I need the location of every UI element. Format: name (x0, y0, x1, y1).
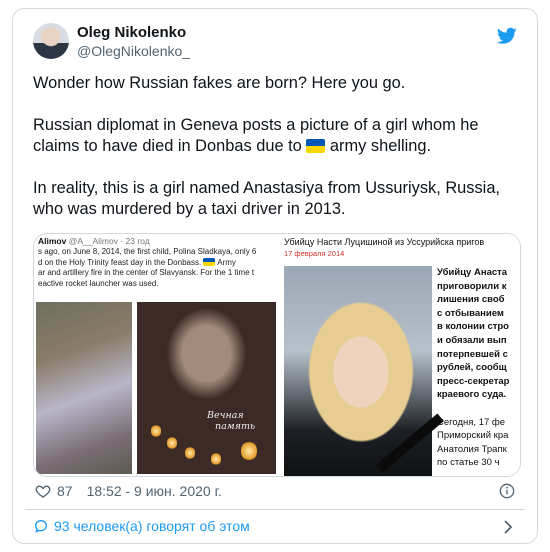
media-image-right[interactable]: Убийцу Насти Луцишиной из Уссурийска при… (281, 234, 520, 476)
news-line: с отбыванием (437, 307, 504, 319)
embedded-line-text: Army (217, 257, 236, 267)
news-headline: Убийцу Насти Луцишиной из Уссурийска при… (284, 237, 485, 247)
mourning-ribbon (376, 413, 444, 473)
embedded-line: ar and artillery fire in the center of S… (38, 268, 255, 277)
like-count[interactable]: 87 (57, 483, 73, 499)
discussion-label: 93 человек(а) говорят об этом (54, 518, 250, 534)
news-line: краевого суда. (437, 389, 507, 401)
candle-icon (167, 436, 177, 450)
media-image-left[interactable]: Alimov @A__Alimov · 23 год s ago, on Jun… (34, 234, 278, 476)
ukraine-flag-icon (306, 139, 326, 153)
tweet-paragraph-2-end: army shelling. (329, 137, 432, 155)
news-line (437, 402, 520, 416)
news-line: в колонии стро (437, 321, 509, 333)
tweet-paragraph-1: Wonder how Russian fakes are born? Here … (33, 74, 406, 92)
news-body: Убийцу Анаста приговорили к лишения своб… (437, 266, 520, 470)
embedded-line: s ago, on June 8, 2014, the first child,… (38, 247, 257, 256)
info-icon[interactable] (499, 483, 515, 499)
tweet-card: Oleg Nikolenko @OlegNikolenko_ Wonder ho… (12, 8, 538, 544)
speech-bubble-icon (34, 519, 48, 533)
tweet-text: Wonder how Russian fakes are born? Here … (33, 73, 523, 241)
news-line: по статье 30 ч (437, 457, 500, 469)
photo-memorial-candles: Вечная память (137, 302, 276, 474)
candle-icon (151, 424, 161, 438)
embedded-line-text: d on the Holy Trinity feast day in the D… (38, 257, 202, 267)
news-line: Сегодня, 17 фе (437, 416, 505, 428)
news-line: и обязали вып (437, 334, 507, 346)
news-line: приговорили к (437, 280, 507, 292)
embedded-line: d on the Holy Trinity feast day in the D… (38, 257, 278, 269)
news-line: Приморский кра (437, 430, 509, 442)
news-line: потерпевшей с (437, 348, 508, 360)
news-line: лишения своб (437, 294, 505, 306)
embedded-handle: @A__Alimov · 23 год (68, 236, 150, 246)
photo-girl-portrait (284, 266, 444, 476)
news-line: Убийцу Анаста (437, 267, 508, 278)
avatar[interactable] (33, 23, 69, 59)
candle-icon (241, 440, 257, 462)
discussion-link[interactable]: 93 человек(а) говорят об этом (33, 518, 250, 534)
photo-man-carrying-child (36, 302, 132, 474)
tweet-meta: 87 18:52 - 9 июн. 2020 г. (35, 483, 222, 499)
memorial-caption-line-1: Вечная (207, 410, 244, 421)
media-grid[interactable]: Alimov @A__Alimov · 23 год s ago, on Jun… (33, 233, 521, 477)
memorial-caption: Вечная память (207, 410, 255, 432)
candle-icon (211, 452, 221, 466)
tweet-paragraph-2: Russian diplomat in Geneva posts a pictu… (33, 115, 523, 157)
memorial-caption-line-2: память (215, 421, 256, 432)
author-handle[interactable]: @OlegNikolenko_ (77, 43, 190, 59)
embedded-tweet-text: s ago, on June 8, 2014, the first child,… (38, 247, 278, 289)
author-name[interactable]: Oleg Nikolenko (77, 24, 186, 41)
candle-icon (185, 446, 195, 460)
chevron-right-icon[interactable] (503, 520, 513, 534)
tweet-paragraph-3: In reality, this is a girl named Anastas… (33, 179, 500, 218)
twitter-bird-icon[interactable] (497, 27, 517, 45)
embedded-line: eactive rocket launcher was used. (38, 278, 159, 288)
tweet-timestamp[interactable]: 18:52 - 9 июн. 2020 г. (87, 483, 222, 499)
ukraine-flag-icon (203, 257, 216, 266)
divider (25, 509, 525, 510)
news-line: рублей, сообщ (437, 362, 507, 374)
news-line: Анатолия Трапк (437, 443, 507, 455)
heart-icon[interactable] (35, 483, 51, 499)
news-date: 17 февраля 2014 (284, 249, 345, 258)
embedded-tweet-header: Alimov @A__Alimov · 23 год (38, 236, 150, 246)
news-line: пресс-секретар (437, 375, 510, 387)
embedded-author: Alimov (38, 236, 67, 246)
